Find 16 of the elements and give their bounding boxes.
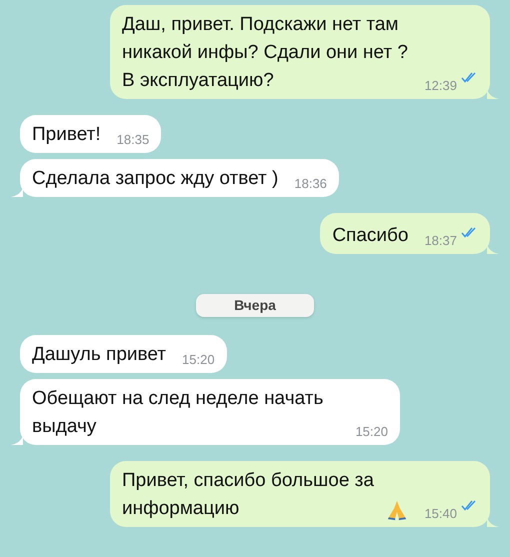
message-time: 15:20 <box>355 423 388 441</box>
message-text: Привет, спасибо большое за информацию <box>122 469 375 521</box>
message-time: 12:39 <box>424 77 457 95</box>
message-text: Обещают на след неделе начать выдачу <box>32 387 324 439</box>
message-time: 18:35 <box>116 131 150 149</box>
praying-hands-icon <box>386 499 408 521</box>
date-separator: Вчера <box>196 294 314 317</box>
message-time: 15:40 <box>424 505 457 523</box>
message-text: Дашуль привет <box>32 343 166 367</box>
message-time: 18:36 <box>294 175 327 193</box>
message-text: Сделала запрос жду ответ ) <box>32 167 278 191</box>
message-time: 18:37 <box>424 232 457 250</box>
message-text: Спасибо <box>332 224 408 248</box>
message-text: Даш, привет. Подскажи нет там никакой инфы? Сдали они нет ? В эксплуатацию? <box>122 13 408 93</box>
message-text: Привет! <box>32 123 101 147</box>
message-time: 15:20 <box>182 351 215 369</box>
